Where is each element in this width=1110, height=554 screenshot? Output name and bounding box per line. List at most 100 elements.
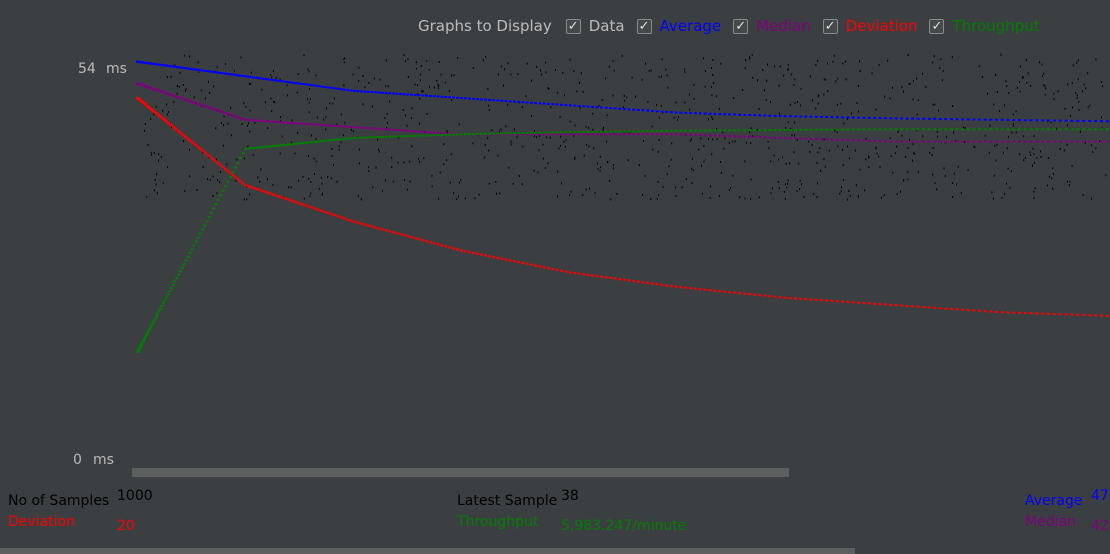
deviation-point xyxy=(708,289,712,292)
median-point xyxy=(632,133,636,136)
data-point xyxy=(151,153,153,156)
throughput-point xyxy=(178,270,182,273)
data-point xyxy=(835,80,837,83)
throughput-point xyxy=(373,136,377,139)
data-point xyxy=(784,197,786,200)
deviation-point xyxy=(517,261,521,264)
checkbox-data[interactable]: ✓ Data xyxy=(565,17,625,35)
throughput-point xyxy=(573,131,577,134)
data-point xyxy=(907,147,909,149)
checkbox-average[interactable]: ✓ Average xyxy=(636,17,721,35)
throughput-point xyxy=(632,130,636,133)
data-point xyxy=(184,54,186,57)
average-point xyxy=(538,102,542,105)
data-point xyxy=(243,102,245,105)
data-point xyxy=(608,65,610,68)
data-point xyxy=(833,54,835,57)
data-point xyxy=(534,130,535,132)
data-point xyxy=(703,144,705,147)
throughput-point xyxy=(254,146,258,149)
data-point xyxy=(1015,110,1017,113)
deviation-point xyxy=(674,285,678,288)
deviation-point xyxy=(395,232,399,235)
data-point xyxy=(415,61,417,64)
median-label: Median xyxy=(1025,514,1076,530)
data-point xyxy=(438,61,440,63)
data-point xyxy=(752,135,754,138)
throughput-point xyxy=(636,130,640,133)
median-point xyxy=(440,132,444,135)
horizontal-scrollbar[interactable] xyxy=(132,468,789,477)
checkbox-median[interactable]: ✓ Median xyxy=(733,17,811,35)
average-point xyxy=(475,98,479,101)
data-point xyxy=(1002,151,1004,154)
data-point xyxy=(932,147,934,150)
checkbox-deviation-label: Deviation xyxy=(845,17,918,35)
data-point xyxy=(907,170,909,173)
median-point xyxy=(636,133,640,136)
data-point xyxy=(641,78,643,81)
throughput-point xyxy=(718,129,722,132)
data-point xyxy=(472,142,474,145)
data-point xyxy=(536,65,538,68)
data-point xyxy=(457,56,459,59)
bottom-scrollbar[interactable] xyxy=(0,548,855,554)
check-icon: ✓ xyxy=(565,18,581,34)
data-point xyxy=(358,79,360,82)
deviation-point xyxy=(298,202,302,205)
throughput-point xyxy=(226,180,230,183)
deviation-point xyxy=(883,303,887,306)
average-point xyxy=(794,115,797,118)
data-point xyxy=(720,161,722,163)
data-point xyxy=(675,186,677,189)
throughput-point xyxy=(205,220,209,223)
throughput-point xyxy=(944,128,948,131)
checkbox-throughput[interactable]: ✓ Throughput xyxy=(929,17,1040,35)
median-point xyxy=(978,140,981,143)
median-point xyxy=(983,140,987,143)
average-point xyxy=(1100,120,1103,123)
data-point xyxy=(858,110,860,113)
throughput-point xyxy=(168,290,172,293)
data-point xyxy=(593,147,595,150)
deviation-point xyxy=(966,309,970,312)
data-point xyxy=(309,98,311,100)
data-point xyxy=(1023,135,1025,138)
data-point xyxy=(227,122,229,125)
data-point xyxy=(612,60,614,63)
data-point xyxy=(569,120,571,123)
check-icon: ✓ xyxy=(636,18,652,34)
data-point xyxy=(212,175,214,178)
deviation-point xyxy=(534,264,537,267)
data-point xyxy=(503,68,505,71)
median-point xyxy=(292,122,296,125)
data-point xyxy=(411,145,413,148)
median-point xyxy=(674,133,678,136)
throughput-point xyxy=(564,131,568,134)
data-point xyxy=(510,140,512,143)
data-point xyxy=(651,125,653,128)
data-point xyxy=(150,151,152,154)
data-point xyxy=(545,71,547,74)
average-point xyxy=(289,81,293,84)
checkbox-deviation[interactable]: ✓ Deviation xyxy=(822,17,918,35)
throughput-point xyxy=(504,132,508,135)
data-point xyxy=(875,146,877,149)
data-point xyxy=(350,128,352,131)
data-point xyxy=(291,119,293,122)
data-point xyxy=(938,109,939,112)
data-point xyxy=(688,93,690,96)
median-point xyxy=(814,138,818,140)
data-point xyxy=(1008,92,1010,94)
data-point xyxy=(592,128,594,131)
data-point xyxy=(270,97,272,100)
data-point xyxy=(146,196,148,199)
data-point xyxy=(225,63,227,65)
data-point xyxy=(419,79,421,82)
data-point xyxy=(720,171,722,174)
average-point xyxy=(542,102,546,105)
data-point xyxy=(656,197,658,200)
data-point xyxy=(426,60,428,63)
throughput-point xyxy=(538,131,542,134)
data-point xyxy=(241,123,243,125)
